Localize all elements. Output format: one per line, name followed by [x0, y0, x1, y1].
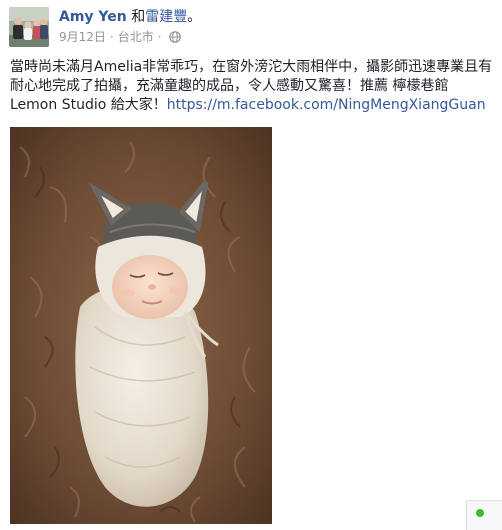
post-body-text: 當時尚未滿月Amelia非常乖巧，在窗外滂沱大雨相伴中，攝影師迅速專業且有耐心地… — [10, 58, 498, 115]
with-suffix: 。 — [187, 9, 202, 25]
chat-corner[interactable] — [466, 500, 502, 530]
author-avatar[interactable] — [9, 7, 49, 47]
facebook-post: Amy Yen 和雷建豐。 9月12日 · 台北市 · 當時尚未滿月Amelia… — [0, 0, 502, 530]
post-location-link[interactable]: 台北市 — [118, 29, 154, 45]
avatar-family-photo-icon — [9, 7, 49, 47]
online-status-icon — [476, 509, 484, 517]
post-external-link[interactable]: https://m.facebook.com/NingMengXiangGuan — [167, 97, 486, 113]
with-prefix: 和 — [131, 9, 146, 25]
post-header: Amy Yen 和雷建豐。 — [59, 8, 201, 26]
meta-separator: · — [157, 30, 162, 44]
author-name-link[interactable]: Amy Yen — [59, 9, 127, 25]
post-photo[interactable] — [10, 127, 272, 524]
globe-icon[interactable] — [168, 31, 181, 43]
post-meta: 9月12日 · 台北市 · — [59, 29, 181, 45]
baby-photo — [10, 127, 272, 524]
post-date-link[interactable]: 9月12日 — [59, 29, 106, 45]
meta-separator: · — [109, 30, 114, 44]
tagged-friend-link[interactable]: 雷建豐 — [145, 9, 187, 25]
